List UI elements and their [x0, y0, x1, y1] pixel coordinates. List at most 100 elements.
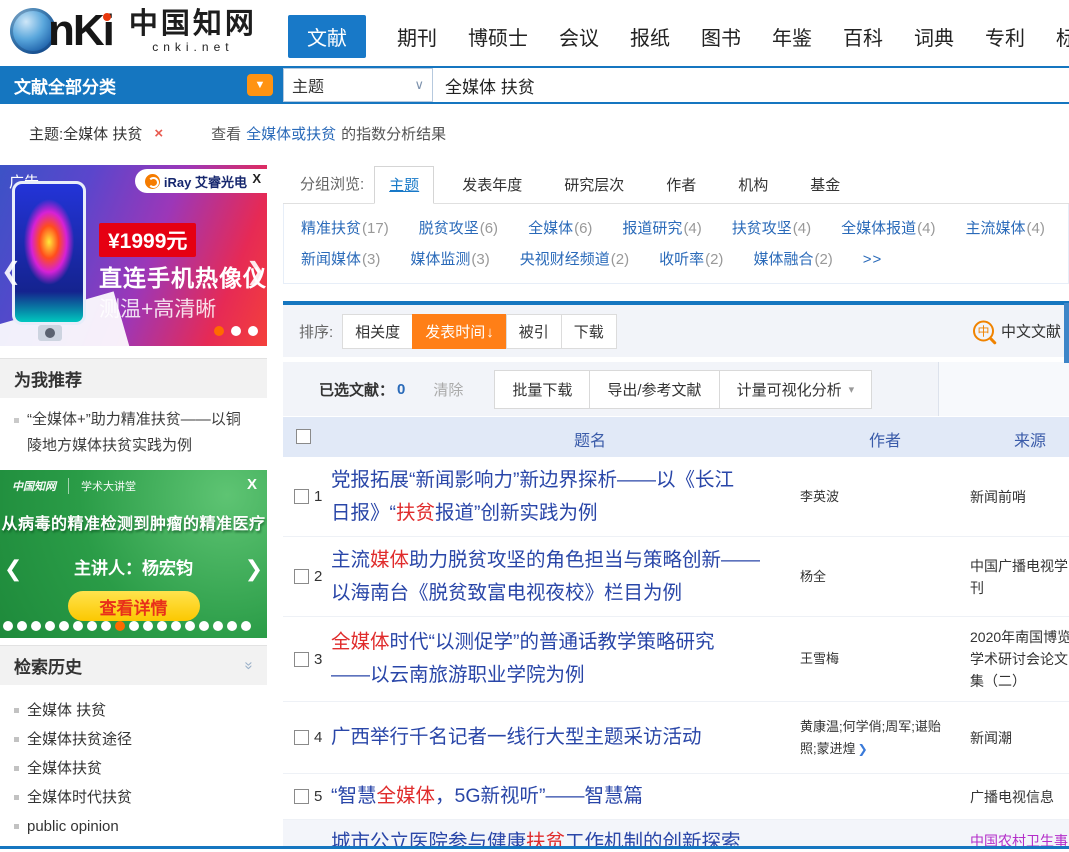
filter-tag-脱贫攻坚[interactable]: 脱贫攻坚(6) — [419, 213, 498, 244]
carousel-dot[interactable] — [115, 621, 125, 631]
cnki-logo[interactable]: nKi 中国知网 cnki.net — [10, 8, 257, 54]
sort-option-下载[interactable]: 下载 — [561, 314, 617, 349]
result-source-link[interactable]: 新闻潮 — [970, 727, 1069, 749]
history-item[interactable]: 全媒体扶贫 — [14, 754, 253, 783]
nav-tab-期刊[interactable]: 期刊 — [397, 22, 437, 51]
action-button-批量下载[interactable]: 批量下载 — [494, 370, 590, 409]
history-item[interactable]: public opinion — [14, 812, 253, 841]
filter-tag-新闻媒体[interactable]: 新闻媒体(3) — [301, 244, 380, 275]
row-checkbox[interactable] — [294, 489, 309, 504]
carousel-dot[interactable] — [157, 621, 167, 631]
result-authors[interactable]: 王雪梅 — [800, 648, 950, 670]
carousel-dot[interactable] — [3, 621, 13, 631]
filter-tag-收听率[interactable]: 收听率(2) — [659, 244, 723, 275]
nav-tab-报纸[interactable]: 报纸 — [630, 22, 670, 51]
carousel-dot[interactable] — [248, 326, 258, 336]
result-authors[interactable]: 杨全 — [800, 566, 950, 588]
select-all-checkbox[interactable] — [296, 429, 311, 444]
ad-banner-lecture[interactable]: 中国知网 学术大讲堂 X 从病毒的精准检测到肿瘤的精准医疗 主讲人：杨宏钧 查看… — [0, 470, 267, 638]
action-button-导出/参考文献[interactable]: 导出/参考文献 — [589, 370, 719, 409]
view-details-button[interactable]: 查看详情 — [68, 591, 200, 621]
filter-tag-主流媒体[interactable]: 主流媒体(4) — [966, 213, 1045, 244]
sort-option-发表时间[interactable]: 发表时间↓ — [412, 314, 507, 349]
filter-tag-报道研究[interactable]: 报道研究(4) — [622, 213, 701, 244]
carousel-dot[interactable] — [185, 621, 195, 631]
nav-tab-百科[interactable]: 百科 — [843, 22, 883, 51]
group-tab-基金[interactable]: 基金 — [796, 167, 854, 203]
search-field-select[interactable]: 主题 ∨ — [283, 68, 433, 102]
scrollbar-thumb[interactable] — [1064, 303, 1069, 363]
history-item[interactable]: 全媒体 扶贫 — [14, 696, 253, 725]
result-source-link[interactable]: 2020年南国博览学术研讨会论文集（二） — [970, 626, 1069, 692]
filter-tag-全媒体[interactable]: 全媒体(6) — [528, 213, 592, 244]
remove-filter-icon[interactable]: × — [154, 125, 163, 142]
more-tags-link[interactable]: >> — [863, 244, 883, 275]
history-item[interactable]: 全媒体扶贫途径 — [14, 725, 253, 754]
carousel-dot[interactable] — [214, 326, 224, 336]
row-checkbox[interactable] — [294, 652, 309, 667]
recommend-item[interactable]: “全媒体+”助力精准扶贫——以铜陵地方媒体扶贫实践为例 — [14, 407, 255, 459]
nav-tab-会议[interactable]: 会议 — [559, 22, 599, 51]
carousel-dot[interactable] — [87, 621, 97, 631]
carousel-dot[interactable] — [231, 326, 241, 336]
row-checkbox[interactable] — [294, 789, 309, 804]
row-checkbox[interactable] — [294, 569, 309, 584]
category-dropdown-button[interactable]: ▼ — [247, 74, 273, 96]
carousel-dot[interactable] — [45, 621, 55, 631]
group-tab-主题[interactable]: 主题 — [374, 166, 434, 204]
carousel-dot[interactable] — [199, 621, 209, 631]
ad-banner-thermal-camera[interactable]: 广告 iRay 艾睿光电 X ¥1999元 直连手机热像仪 测温+高清晰 ❮ ❯ — [0, 165, 267, 346]
carousel-dot[interactable] — [101, 621, 111, 631]
carousel-dot[interactable] — [73, 621, 83, 631]
carousel-dot[interactable] — [17, 621, 27, 631]
group-tab-研究层次[interactable]: 研究层次 — [550, 167, 638, 203]
carousel-prev-icon[interactable]: ❮ — [1, 257, 21, 286]
carousel-dot[interactable] — [59, 621, 69, 631]
result-source-link[interactable]: 中国广播电视学刊 — [970, 555, 1069, 599]
group-tab-作者[interactable]: 作者 — [652, 167, 710, 203]
group-tab-机构[interactable]: 机构 — [724, 167, 782, 203]
carousel-dot[interactable] — [171, 621, 181, 631]
result-title-link[interactable]: 主流媒体助力脱贫攻坚的角色担当与策略创新—— 以海南台《脱贫致富电视夜校》栏目为… — [331, 544, 791, 610]
nav-tab-词典[interactable]: 词典 — [914, 22, 954, 51]
history-item[interactable]: 全媒体时代扶贫 — [14, 783, 253, 812]
result-title-link[interactable]: 党报拓展“新闻影响力”新边界探析——以《长江 日报》“扶贫报道”创新实践为例 — [331, 464, 791, 530]
sort-option-相关度[interactable]: 相关度 — [342, 314, 413, 349]
result-title-link[interactable]: “智慧全媒体，5G新视听”——智慧篇 — [331, 780, 791, 813]
nav-tab-标准[interactable]: 标准 — [1056, 22, 1069, 51]
carousel-dot[interactable] — [227, 621, 237, 631]
filter-tag-媒体监测[interactable]: 媒体监测(3) — [410, 244, 489, 275]
nav-tab-博硕士[interactable]: 博硕士 — [468, 22, 528, 51]
carousel-next-icon[interactable]: ❯ — [246, 257, 266, 286]
result-source-link[interactable]: 广播电视信息 — [970, 786, 1069, 808]
category-selector[interactable]: 文献全部分类 ▼ — [0, 66, 283, 104]
row-checkbox[interactable] — [294, 730, 309, 745]
collapse-icon[interactable]: » — [240, 661, 257, 669]
carousel-dot[interactable] — [143, 621, 153, 631]
language-filter[interactable]: 中 中文文献 — [973, 321, 1061, 342]
action-button-计量可视化分析[interactable]: 计量可视化分析▾ — [719, 370, 873, 409]
filter-tag-全媒体报道[interactable]: 全媒体报道(4) — [841, 213, 935, 244]
result-authors[interactable]: 黄康温;何学俏;周军;谌贻照;蒙进煌❯ — [800, 716, 950, 760]
nav-tab-专利[interactable]: 专利 — [985, 22, 1025, 51]
sort-option-被引[interactable]: 被引 — [506, 314, 562, 349]
search-input[interactable] — [433, 68, 1069, 102]
carousel-next-icon[interactable]: ❯ — [245, 556, 263, 582]
result-authors[interactable]: 李英波 — [800, 486, 950, 508]
carousel-prev-icon[interactable]: ❮ — [4, 556, 22, 582]
filter-tag-媒体融合[interactable]: 媒体融合(2) — [753, 244, 832, 275]
filter-tag-扶贫攻坚[interactable]: 扶贫攻坚(4) — [732, 213, 811, 244]
carousel-dot[interactable] — [31, 621, 41, 631]
index-analysis-link[interactable]: 全媒体或扶贫 — [246, 123, 336, 144]
result-source-link[interactable]: 新闻前哨 — [970, 486, 1069, 508]
carousel-dot[interactable] — [241, 621, 251, 631]
group-tab-发表年度[interactable]: 发表年度 — [448, 167, 536, 203]
filter-tag-央视财经频道[interactable]: 央视财经频道(2) — [520, 244, 629, 275]
nav-tab-图书[interactable]: 图书 — [701, 22, 741, 51]
filter-tag-精准扶贫[interactable]: 精准扶贫(17) — [301, 213, 389, 244]
carousel-dot[interactable] — [129, 621, 139, 631]
carousel-dot[interactable] — [213, 621, 223, 631]
nav-tab-文献[interactable]: 文献 — [288, 15, 366, 58]
nav-tab-年鉴[interactable]: 年鉴 — [772, 22, 812, 51]
close-icon[interactable]: X — [252, 171, 261, 186]
